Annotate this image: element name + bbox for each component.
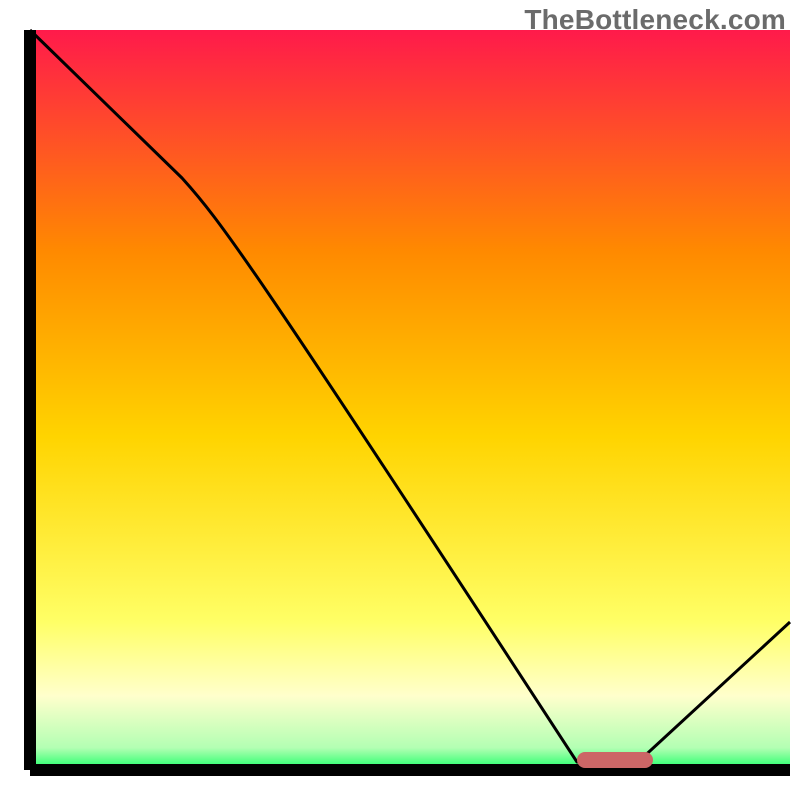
optimal-range-marker [577,752,653,768]
bottleneck-chart: TheBottleneck.com [0,0,800,800]
chart-svg [0,0,800,800]
watermark-text: TheBottleneck.com [524,4,786,36]
